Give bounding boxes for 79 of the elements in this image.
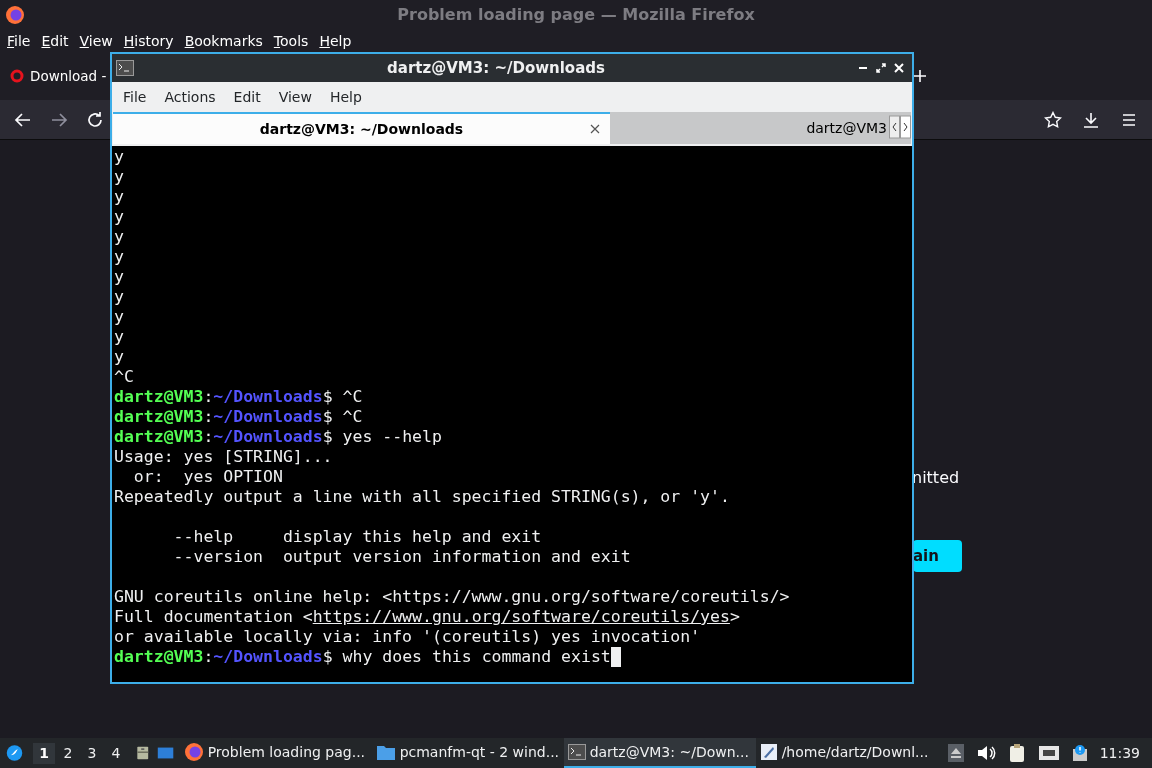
command-text: ^C [342, 407, 363, 427]
terminal-line: or available locally via: info '(coreutils) yes invocation' [114, 627, 701, 647]
prompt: dartz@VM3:~/Downloads$ [114, 427, 333, 447]
terminal-icon [116, 60, 134, 76]
terminal-line: Usage: yes [STRING]... [114, 447, 333, 467]
command-text: why does this command exist [342, 647, 611, 667]
workspace-button[interactable]: 3 [81, 742, 104, 764]
clock[interactable]: 11:39 [1099, 742, 1140, 764]
menu-item[interactable]: View [74, 30, 118, 52]
workspace-button[interactable]: 2 [57, 742, 80, 764]
terminal-line: y [114, 347, 124, 367]
terminal-line: y [114, 187, 124, 207]
scroll-left-icon[interactable] [889, 112, 900, 142]
volume-icon[interactable] [975, 744, 996, 762]
window-title: dartz@VM3: ~/Downloads [386, 57, 606, 79]
menu-item[interactable]: Help [314, 30, 357, 52]
terminal-tab[interactable]: dartz@VM3: ~/Downloads [113, 112, 610, 144]
taskbar-button[interactable]: Problem loading pag... [179, 738, 372, 768]
command-text: yes --help [342, 427, 442, 447]
terminal-line: GNU coreutils online help: <https://www.gnu.org/software/coreutils/> [114, 587, 790, 607]
back-icon[interactable] [14, 110, 32, 129]
terminal-line: y [114, 207, 124, 227]
star-icon[interactable] [1044, 110, 1062, 129]
menu-item[interactable]: Bookmarks [179, 30, 268, 52]
download-icon[interactable] [1082, 110, 1100, 129]
maximize-icon[interactable] [876, 63, 886, 73]
start-menu-icon[interactable] [6, 742, 24, 764]
terminal-line: y [114, 227, 124, 247]
firefox-icon [5, 5, 25, 25]
terminal-line: y [114, 327, 124, 347]
menu-item[interactable]: History [118, 30, 179, 52]
link[interactable]: https://www.gnu.org/software/coreutils/yes [312, 607, 730, 626]
reload-icon[interactable] [86, 110, 104, 129]
forward-icon[interactable] [50, 110, 68, 129]
try-again-button[interactable]: ain [913, 540, 962, 572]
terminal-line: y [114, 287, 124, 307]
terminal-line: y [114, 267, 124, 287]
menu-item[interactable]: Actions [155, 86, 225, 108]
terminal-line: --version output version information and exit [172, 547, 631, 567]
terminal-line: Repeatedly output a line with all specified STRING(s), or 'y'. [114, 487, 730, 507]
terminal-line: or: yes OPTION [132, 467, 283, 487]
taskbar-button[interactable]: pcmanfm-qt - 2 wind... [371, 738, 564, 768]
network-icon[interactable] [1037, 744, 1060, 762]
eject-icon[interactable] [947, 744, 964, 762]
prompt: dartz@VM3:~/Downloads$ [114, 387, 333, 407]
menu-item[interactable]: File [2, 30, 36, 52]
terminal-line: y [114, 147, 124, 167]
prompt: dartz@VM3:~/Downloads$ [114, 647, 333, 667]
workspace-button[interactable]: 4 [105, 742, 128, 764]
browser-tab[interactable]: Download - [10, 58, 107, 94]
terminal-line: y [114, 167, 124, 187]
folder-icon [375, 743, 396, 761]
terminal-line: Full documentation <https://www.gnu.org/software/coreutils/yes> [114, 607, 740, 627]
notification-icon[interactable] [1071, 744, 1088, 762]
terminal-tab[interactable]: dartz@VM3 [610, 112, 889, 144]
terminal-line: ^C [114, 367, 134, 387]
menu-item[interactable]: Help [320, 86, 371, 108]
menu-item[interactable]: View [269, 86, 321, 108]
firefox-icon [183, 742, 204, 762]
close-icon[interactable] [590, 124, 600, 134]
terminal-line: y [114, 307, 124, 327]
taskbar-button[interactable]: dartz@VM3: ~/Down... [563, 738, 756, 768]
scroll-right-icon[interactable] [900, 112, 911, 142]
menu-item[interactable]: File [114, 86, 156, 108]
document-icon [759, 743, 778, 761]
terminal-line: --help display this help and exit [172, 527, 542, 547]
menu-item[interactable]: Edit [224, 86, 270, 108]
clipboard-icon[interactable] [1007, 743, 1026, 763]
terminal-icon [567, 744, 586, 760]
menu-item[interactable]: Edit [36, 30, 74, 52]
workspace-button[interactable]: 1 [33, 742, 56, 764]
new-tab-icon[interactable] [913, 69, 927, 83]
terminal-line: y [114, 247, 124, 267]
ring-icon [10, 69, 24, 83]
window-title: Problem loading page — Mozilla Firefox [397, 4, 755, 26]
taskbar-button[interactable]: /home/dartz/Downl... [755, 738, 948, 768]
prompt: dartz@VM3:~/Downloads$ [114, 407, 333, 427]
command-text: ^C [342, 387, 363, 407]
menu-item[interactable]: Tools [268, 30, 314, 52]
